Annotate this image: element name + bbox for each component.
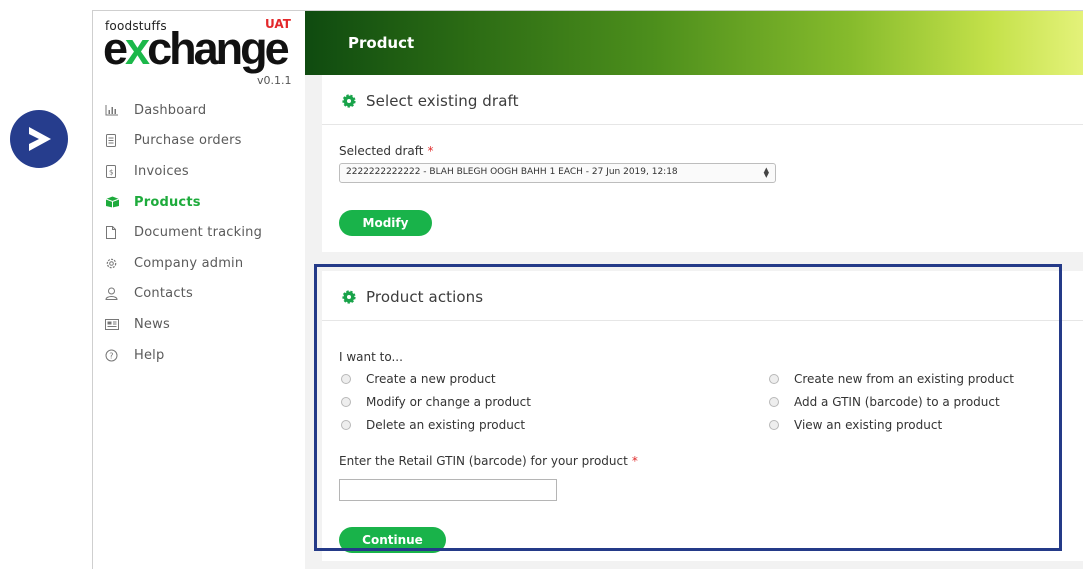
- main-content: Product Select existing draft Selected d…: [305, 11, 1083, 569]
- select-draft-card: Select existing draft Selected draft * 22…: [322, 75, 1083, 252]
- card-title: Product actions: [366, 288, 484, 306]
- option-label: Delete an existing product: [366, 418, 526, 432]
- selected-draft-label: Selected draft *: [339, 144, 434, 158]
- radio-button[interactable]: [769, 397, 779, 407]
- svg-text:$: $: [109, 168, 113, 176]
- gear-icon: [342, 289, 356, 308]
- sidebar-nav: Dashboard Purchase orders $ Invoices Pro…: [105, 95, 262, 370]
- option-label: Create new from an existing product: [794, 372, 1014, 386]
- sidebar-item-label: Products: [134, 194, 201, 210]
- option-label: Modify or change a product: [366, 395, 531, 409]
- option-label: Add a GTIN (barcode) to a product: [794, 395, 1000, 409]
- product-actions-card: Product actions I want to... Create a ne…: [322, 271, 1083, 561]
- radio-button[interactable]: [341, 397, 351, 407]
- box-icon: [105, 195, 127, 209]
- sidebar: foodstuffs UAT exchange v0.1.1 Dashboard…: [93, 11, 305, 569]
- required-marker: *: [631, 454, 638, 468]
- sidebar-item-contacts[interactable]: Contacts: [105, 279, 262, 310]
- logo[interactable]: foodstuffs UAT exchange v0.1.1: [103, 17, 293, 87]
- select-arrows-icon: ▲ ▼: [763, 166, 769, 179]
- sidebar-item-products[interactable]: Products: [105, 187, 262, 218]
- card-header: Select existing draft: [322, 75, 1083, 125]
- option-label: Create a new product: [366, 372, 496, 386]
- selected-draft-select[interactable]: 2222222222222 - BLAH BLEGH OOGH BAHH 1 E…: [339, 163, 776, 183]
- radio-button[interactable]: [341, 420, 351, 430]
- modify-button[interactable]: Modify: [339, 210, 432, 236]
- selected-draft-value: 2222222222222 - BLAH BLEGH OOGH BAHH 1 E…: [346, 167, 678, 177]
- document-list-icon: [105, 134, 127, 148]
- card-title: Select existing draft: [366, 92, 519, 110]
- sidebar-item-label: Purchase orders: [134, 133, 242, 149]
- sidebar-item-label: News: [134, 316, 170, 332]
- bar-chart-icon: [105, 103, 127, 117]
- sidebar-item-invoices[interactable]: $ Invoices: [105, 156, 262, 187]
- invoice-icon: $: [105, 164, 127, 178]
- sidebar-item-label: Invoices: [134, 163, 189, 179]
- card-header: Product actions: [322, 271, 1083, 321]
- sidebar-item-company-admin[interactable]: Company admin: [105, 248, 262, 279]
- sidebar-item-label: Document tracking: [134, 225, 263, 241]
- gtin-input[interactable]: [339, 479, 557, 501]
- option-delete[interactable]: Delete an existing product: [341, 418, 525, 432]
- page-banner: Product: [305, 11, 1083, 75]
- sidebar-item-news[interactable]: News: [105, 309, 262, 340]
- gtin-label: Enter the Retail GTIN (barcode) for your…: [339, 454, 638, 468]
- newspaper-icon: [105, 317, 127, 331]
- arrow-right-icon: [29, 127, 51, 151]
- radio-button[interactable]: [769, 420, 779, 430]
- sidebar-item-purchase-orders[interactable]: Purchase orders: [105, 126, 262, 157]
- gear-icon: [342, 93, 356, 112]
- sidebar-item-label: Company admin: [134, 255, 244, 271]
- option-view-existing[interactable]: View an existing product: [769, 418, 942, 432]
- app-version: v0.1.1: [257, 74, 292, 87]
- svg-text:?: ?: [109, 351, 113, 360]
- radio-button[interactable]: [769, 374, 779, 384]
- option-create-new[interactable]: Create a new product: [341, 372, 496, 386]
- continue-button[interactable]: Continue: [339, 527, 446, 553]
- page-title: Product: [348, 34, 415, 52]
- logo-wordmark: exchange: [103, 23, 290, 74]
- sidebar-item-document-tracking[interactable]: Document tracking: [105, 217, 262, 248]
- option-create-from-existing[interactable]: Create new from an existing product: [769, 372, 1014, 386]
- next-step-button[interactable]: [10, 110, 68, 168]
- required-marker: *: [427, 144, 434, 158]
- i-want-to-label: I want to...: [339, 350, 403, 364]
- sidebar-item-label: Help: [134, 347, 165, 363]
- sidebar-item-label: Contacts: [134, 286, 193, 302]
- person-icon: [105, 287, 127, 301]
- help-circle-icon: ?: [105, 348, 127, 362]
- gear-icon: [105, 256, 127, 270]
- option-add-gtin[interactable]: Add a GTIN (barcode) to a product: [769, 395, 1000, 409]
- sidebar-item-dashboard[interactable]: Dashboard: [105, 95, 262, 126]
- sidebar-item-label: Dashboard: [134, 102, 207, 118]
- file-icon: [105, 226, 127, 240]
- option-label: View an existing product: [794, 418, 943, 432]
- sidebar-item-help[interactable]: ? Help: [105, 340, 262, 371]
- radio-button[interactable]: [341, 374, 351, 384]
- app-window: foodstuffs UAT exchange v0.1.1 Dashboard…: [92, 10, 1083, 569]
- option-modify[interactable]: Modify or change a product: [341, 395, 531, 409]
